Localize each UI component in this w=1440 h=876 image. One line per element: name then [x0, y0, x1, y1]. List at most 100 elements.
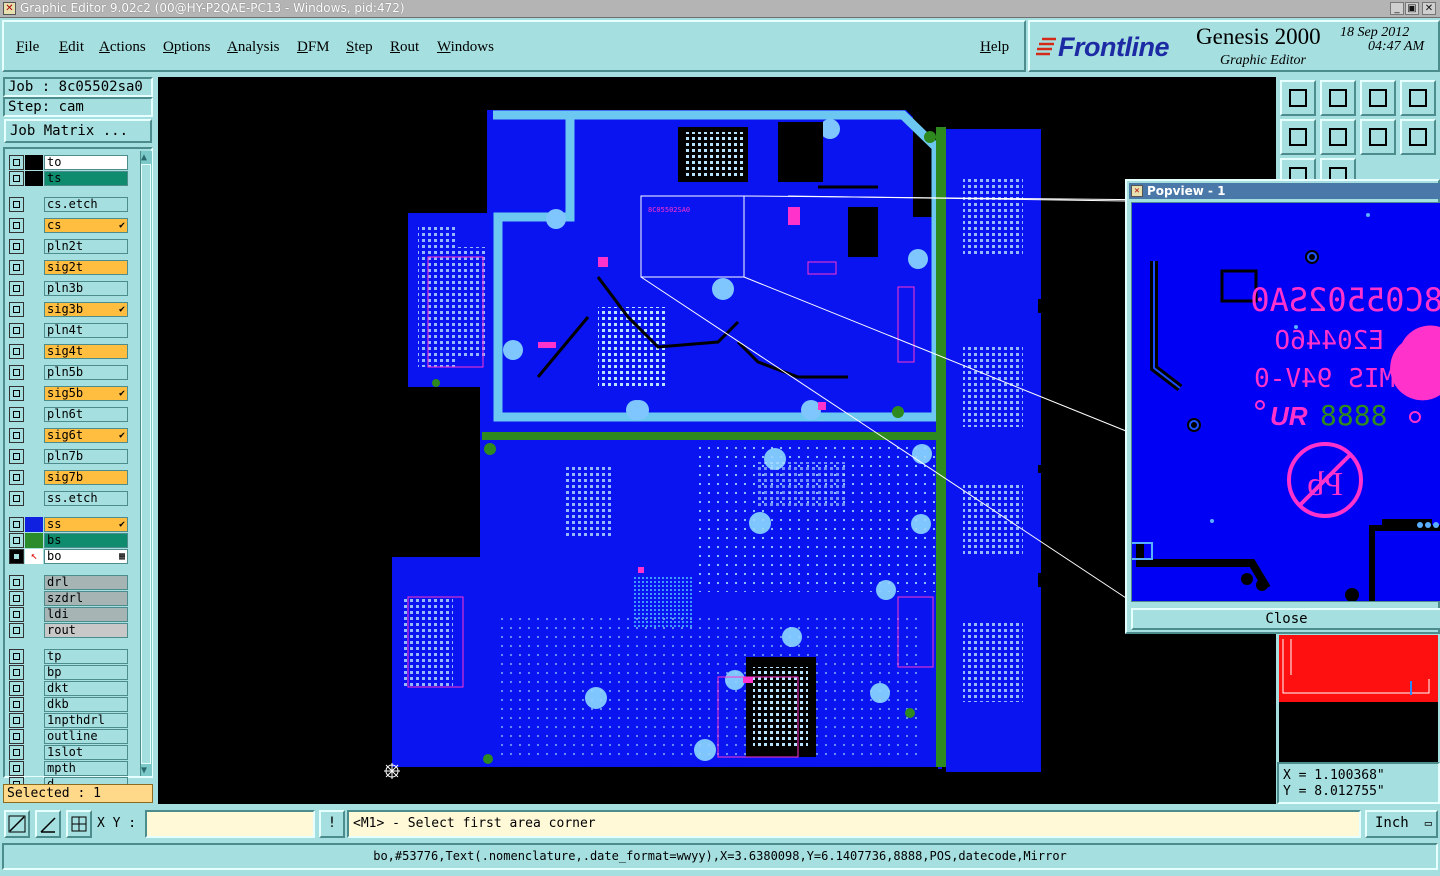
layer-name[interactable]: sig3b ✔	[44, 302, 128, 317]
layer-name[interactable]: 1npthdrl	[44, 713, 128, 728]
toolbar-button-7[interactable]	[1360, 119, 1396, 155]
layer-name[interactable]: pln7b	[44, 449, 128, 464]
layer-color-chip[interactable]	[25, 449, 43, 464]
layer-name[interactable]: cs ✔	[44, 218, 128, 233]
layer-checkbox[interactable]	[9, 681, 24, 696]
layer-checkbox[interactable]	[9, 491, 24, 506]
layer-name[interactable]: sig2t	[44, 260, 128, 275]
toolbar-button-2[interactable]	[1320, 80, 1356, 116]
menu-rout[interactable]: Rout	[390, 39, 419, 56]
layer-name[interactable]: cs.etch	[44, 197, 128, 212]
layer-name[interactable]: bo ▦	[44, 549, 128, 564]
layer-name[interactable]: dkb	[44, 697, 128, 712]
layer-checkbox[interactable]	[9, 239, 24, 254]
layer-checkbox[interactable]	[9, 197, 24, 212]
layer-name[interactable]: to	[44, 155, 128, 170]
layer-checkbox[interactable]	[9, 155, 24, 170]
layer-color-chip[interactable]	[25, 681, 43, 696]
menu-help[interactable]: Help	[980, 39, 1009, 56]
layer-name[interactable]: outline	[44, 729, 128, 744]
menu-file[interactable]: File	[16, 39, 39, 56]
layer-name[interactable]: dkt	[44, 681, 128, 696]
layer-color-chip[interactable]	[25, 729, 43, 744]
snap-button-2[interactable]	[35, 810, 61, 838]
popview-menu-icon[interactable]: ✕	[1131, 185, 1143, 197]
maximize-icon[interactable]: ▣	[1405, 2, 1419, 15]
layer-name[interactable]: pln4t	[44, 323, 128, 338]
minimize-icon[interactable]: _	[1390, 2, 1404, 15]
layer-checkbox[interactable]	[9, 470, 24, 485]
layer-name[interactable]: sig7b	[44, 470, 128, 485]
layer-color-chip[interactable]	[25, 607, 43, 622]
layer-color-chip[interactable]	[25, 344, 43, 359]
popview-zoom-area[interactable]: 8C05502SA0 E20446O MIS 94V-0 8888 UR Pb	[1131, 202, 1440, 602]
layer-color-chip[interactable]	[25, 407, 43, 422]
layer-name[interactable]: pln2t	[44, 239, 128, 254]
popview-window[interactable]: Popview - 1 ✕ 8C05502SA0 E20446O MIS 94V…	[1125, 179, 1440, 634]
popview-title[interactable]: Popview - 1	[1129, 183, 1440, 199]
layer-color-chip[interactable]	[25, 365, 43, 380]
layer-checkbox[interactable]	[9, 517, 24, 532]
layer-name[interactable]: mpth	[44, 761, 128, 776]
layer-name[interactable]: pln5b	[44, 365, 128, 380]
layer-checkbox[interactable]	[9, 623, 24, 638]
layer-color-chip[interactable]: ↖	[25, 549, 43, 564]
layer-name[interactable]: tp	[44, 649, 128, 664]
layer-checkbox[interactable]	[9, 697, 24, 712]
warning-button[interactable]: !	[319, 810, 345, 838]
layer-color-chip[interactable]	[25, 649, 43, 664]
layer-checkbox[interactable]	[9, 218, 24, 233]
popview-close-button[interactable]: Close	[1131, 608, 1440, 630]
layer-name[interactable]: szdrl	[44, 591, 128, 606]
toolbar-button-5[interactable]	[1280, 119, 1316, 155]
job-matrix-button[interactable]: Job Matrix ...	[4, 119, 152, 143]
layer-color-chip[interactable]	[25, 491, 43, 506]
layer-checkbox[interactable]	[9, 649, 24, 664]
layer-checkbox[interactable]	[9, 281, 24, 296]
layer-scrollbar-thumb[interactable]	[141, 164, 151, 764]
layer-name[interactable]: ts	[44, 171, 128, 186]
layer-checkbox[interactable]	[9, 591, 24, 606]
overview-map[interactable]	[1279, 635, 1438, 762]
layer-name[interactable]: ldi	[44, 607, 128, 622]
layer-color-chip[interactable]	[25, 665, 43, 680]
layer-checkbox[interactable]	[9, 607, 24, 622]
layer-name[interactable]: rout	[44, 623, 128, 638]
layer-checkbox[interactable]	[9, 549, 24, 564]
layer-name[interactable]: bs	[44, 533, 128, 548]
layer-color-chip[interactable]	[25, 260, 43, 275]
menu-step[interactable]: Step	[346, 39, 373, 56]
layer-checkbox[interactable]	[9, 428, 24, 443]
xy-input[interactable]	[145, 810, 315, 838]
layer-color-chip[interactable]	[25, 713, 43, 728]
layer-checkbox[interactable]	[9, 449, 24, 464]
layer-checkbox[interactable]	[9, 713, 24, 728]
menu-analysis[interactable]: Analysis	[227, 39, 280, 56]
menu-actions[interactable]: Actions	[99, 39, 146, 56]
layer-name[interactable]: sig6t ✔	[44, 428, 128, 443]
toolbar-button-6[interactable]	[1320, 119, 1356, 155]
layer-color-chip[interactable]	[25, 761, 43, 776]
app-icon[interactable]: ✕	[3, 2, 16, 15]
layer-color-chip[interactable]	[25, 155, 43, 170]
layer-name[interactable]: ss ✔	[44, 517, 128, 532]
layer-name[interactable]: sig4t	[44, 344, 128, 359]
layer-color-chip[interactable]	[25, 533, 43, 548]
layer-color-chip[interactable]	[25, 171, 43, 186]
scroll-down-icon[interactable]: ▼	[141, 765, 147, 776]
snap-button-3[interactable]	[66, 810, 92, 838]
layer-checkbox[interactable]	[9, 407, 24, 422]
snap-button-1[interactable]	[4, 810, 30, 838]
layer-color-chip[interactable]	[25, 281, 43, 296]
layer-checkbox[interactable]	[9, 323, 24, 338]
layer-color-chip[interactable]	[25, 470, 43, 485]
layer-color-chip[interactable]	[25, 575, 43, 590]
layer-name[interactable]: 1slot	[44, 745, 128, 760]
layer-checkbox[interactable]	[9, 171, 24, 186]
layer-checkbox[interactable]	[9, 365, 24, 380]
layer-checkbox[interactable]	[9, 533, 24, 548]
layer-checkbox[interactable]	[9, 302, 24, 317]
layer-color-chip[interactable]	[25, 517, 43, 532]
layer-name[interactable]: bp	[44, 665, 128, 680]
layer-color-chip[interactable]	[25, 239, 43, 254]
